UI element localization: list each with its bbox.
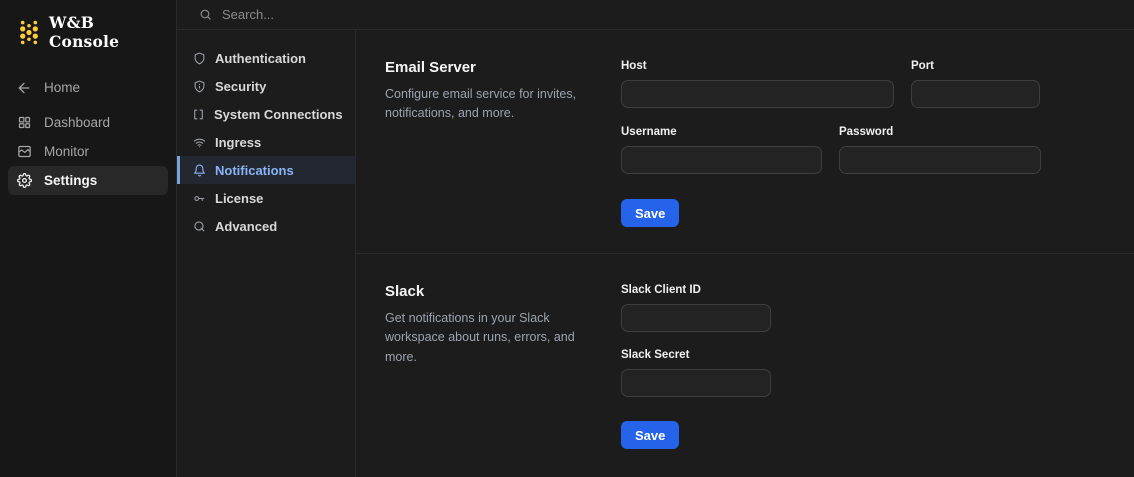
email-section-title: Email Server <box>385 59 476 76</box>
sidebar-item-label: Settings <box>44 173 98 188</box>
slack-form: Slack Client ID Slack Secret Save <box>621 283 1134 449</box>
grid-icon <box>16 115 32 131</box>
email-server-form: Host Port Username Password Save <box>621 59 1134 253</box>
slack-save-button[interactable]: Save <box>621 421 680 449</box>
bell-icon <box>192 163 206 177</box>
slack-secret-label: Slack Secret <box>621 349 690 361</box>
app-logo: W&B Console <box>0 0 176 60</box>
host-field[interactable] <box>621 80 894 108</box>
sidebar-item-label: Dashboard <box>44 115 111 130</box>
port-label: Port <box>911 60 934 72</box>
slack-section-title: Slack <box>385 283 425 300</box>
settings-content: Email Server Configure email service for… <box>356 30 1134 477</box>
sidebar-item-dashboard[interactable]: Dashboard <box>8 108 168 137</box>
brackets-icon <box>192 107 205 121</box>
slack-section-description: Get notifications in your Slack workspac… <box>385 311 575 364</box>
settings-nav-label: System Connections <box>214 106 343 122</box>
port-field[interactable] <box>911 80 1040 108</box>
settings-nav-label: Authentication <box>215 50 306 66</box>
slack-secret-field[interactable] <box>621 369 771 397</box>
settings-nav-label: Ingress <box>215 134 262 150</box>
password-field[interactable] <box>839 146 1041 174</box>
shield-info-icon <box>192 79 206 93</box>
settings-nav-label: Notifications <box>215 162 294 178</box>
arrow-left-icon <box>16 80 32 96</box>
email-section-description: Configure email service for invites, not… <box>385 87 577 121</box>
wifi-icon <box>192 135 206 149</box>
gear-icon <box>16 173 32 189</box>
settings-nav-item-security[interactable]: Security <box>177 72 355 100</box>
slack-client-id-label: Slack Client ID <box>621 284 701 296</box>
settings-nav-label: Security <box>215 78 267 94</box>
search-bar[interactable] <box>199 7 1112 22</box>
settings-nav-item-advanced[interactable]: Advanced <box>177 212 355 240</box>
main-sidebar: W&B Console Home Dashboard Monitor Setti… <box>0 0 177 477</box>
host-label: Host <box>621 60 647 72</box>
right-region: Authentication Security System Connectio… <box>177 0 1134 477</box>
main-nav: Home Dashboard Monitor Settings <box>0 60 176 195</box>
email-server-section: Email Server Configure email service for… <box>356 30 1134 253</box>
sidebar-item-monitor[interactable]: Monitor <box>8 137 168 166</box>
settings-nav-label: License <box>215 190 264 206</box>
settings-nav-item-system-connections[interactable]: System Connections <box>177 100 355 128</box>
sidebar-item-label: Home <box>44 80 81 95</box>
username-field[interactable] <box>621 146 822 174</box>
search-icon <box>199 8 212 21</box>
settings-nav-item-notifications[interactable]: Notifications <box>177 156 355 184</box>
advanced-icon <box>192 219 206 233</box>
slack-client-id-field[interactable] <box>621 304 771 332</box>
username-label: Username <box>621 126 677 138</box>
settings-nav-item-authentication[interactable]: Authentication <box>177 44 355 72</box>
sidebar-item-home[interactable]: Home <box>8 73 168 102</box>
app-title: W&B Console <box>49 13 120 51</box>
slack-section: Slack Get notifications in your Slack wo… <box>356 254 1134 449</box>
settings-nav-label: Advanced <box>215 218 278 234</box>
wandb-logo-icon <box>18 19 40 46</box>
shield-icon <box>192 51 206 65</box>
key-icon <box>192 191 206 205</box>
settings-nav-item-license[interactable]: License <box>177 184 355 212</box>
sidebar-item-settings[interactable]: Settings <box>8 166 168 195</box>
search-input[interactable] <box>222 7 522 22</box>
sidebar-item-label: Monitor <box>44 144 90 159</box>
settings-nav: Authentication Security System Connectio… <box>177 30 356 477</box>
settings-nav-item-ingress[interactable]: Ingress <box>177 128 355 156</box>
email-save-button[interactable]: Save <box>621 199 680 227</box>
topbar <box>177 0 1134 30</box>
password-label: Password <box>839 126 894 138</box>
monitor-icon <box>16 144 32 160</box>
